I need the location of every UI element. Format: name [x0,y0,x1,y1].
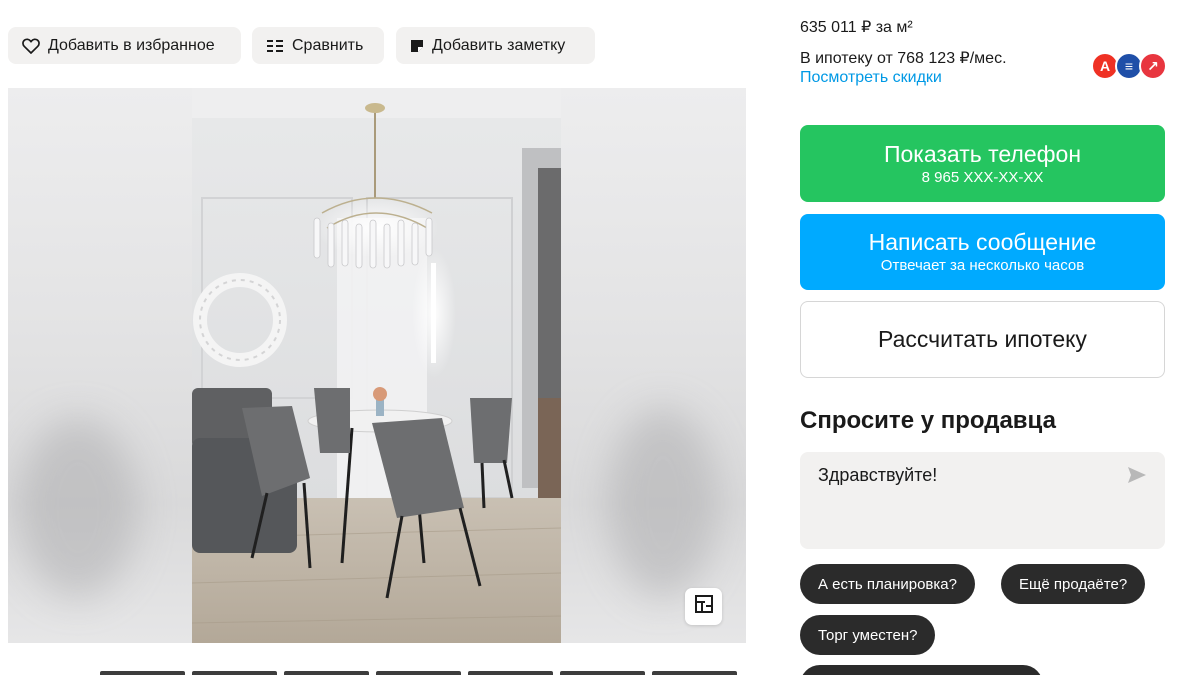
add-note-label: Добавить заметку [432,36,566,54]
add-to-favorites-button[interactable]: Добавить в избранное [8,27,241,64]
quick-question-chip[interactable]: Ещё продаёте? [1001,564,1146,604]
thumbnail[interactable] [192,671,277,675]
floor-plan-icon [694,594,714,619]
seller-message-text: Здравствуйте! [818,465,938,485]
thumbnail[interactable] [652,671,737,675]
bank-logo-red: ↗ [1139,52,1167,80]
write-message-button[interactable]: Написать сообщение Отвечает за несколько… [800,214,1165,290]
blur-blob [608,408,718,598]
photo-gallery[interactable] [8,88,746,643]
thumbnail[interactable] [468,671,553,675]
thumbnail-strip[interactable] [8,671,746,675]
mortgage-from: В ипотеку от 768 123 ₽/мес. [800,50,1007,67]
add-note-button[interactable]: Добавить заметку [396,27,595,64]
send-icon[interactable] [1127,466,1147,489]
price-per-m2: 635 011 ₽ за м² [800,19,913,36]
bank-logos[interactable]: А ≡ ↗ [1091,52,1167,80]
thumbnail[interactable] [100,671,185,675]
masked-phone-number: 8 965 XXX-XX-XX [921,168,1044,186]
write-message-label: Написать сообщение [868,229,1097,255]
ask-seller-title: Спросите у продавца [800,407,1056,434]
thumbnail[interactable] [376,671,461,675]
compare-icon [266,38,284,54]
blur-blob [18,418,138,598]
add-to-favorites-label: Добавить в избранное [48,36,215,54]
quick-question-chip[interactable]: А есть планировка? [800,564,975,604]
compare-button[interactable]: Сравнить [252,27,384,64]
seller-message-input[interactable]: Здравствуйте! [800,452,1165,549]
floor-plan-button[interactable] [685,588,722,625]
thumbnail[interactable] [560,671,645,675]
note-icon [410,39,424,53]
calculate-mortgage-button[interactable]: Рассчитать ипотеку [800,301,1165,378]
response-time-note: Отвечает за несколько часов [880,257,1085,274]
show-phone-label: Показать телефон [883,140,1082,167]
dining-room-photo [192,88,561,643]
heart-icon [22,37,40,54]
quick-question-chip-partial[interactable] [800,665,1043,675]
see-discounts-link[interactable]: Посмотреть скидки [800,69,942,87]
compare-label: Сравнить [292,36,364,54]
calculate-mortgage-label: Рассчитать ипотеку [878,326,1087,352]
quick-question-chip[interactable]: Торг уместен? [800,615,936,655]
show-phone-button[interactable]: Показать телефон 8 965 XXX-XX-XX [800,125,1165,202]
listing-photo[interactable] [192,88,561,643]
thumbnail[interactable] [284,671,369,675]
